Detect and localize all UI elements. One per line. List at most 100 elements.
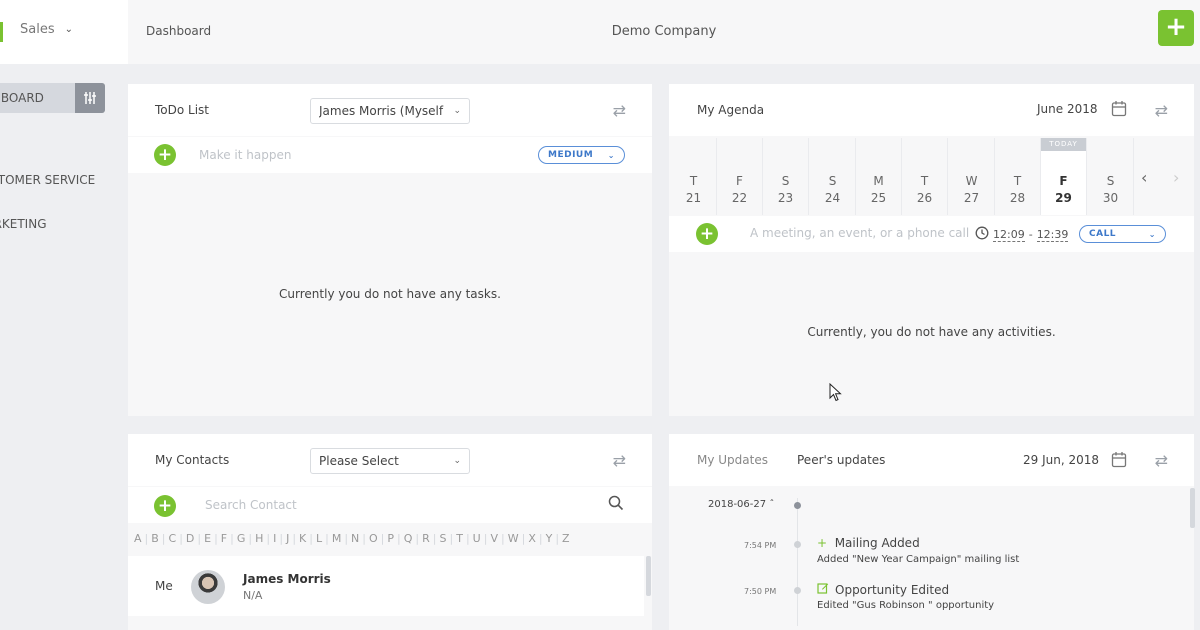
- calendar-icon[interactable]: [1111, 100, 1127, 121]
- contact-name[interactable]: James Morris: [243, 572, 331, 586]
- module-switcher-area: Sales ⌄: [0, 0, 128, 64]
- activity-type-select[interactable]: CALL ⌄: [1079, 225, 1166, 243]
- sidebar: Sales ⌄ DASHBOARD CUSTOMER SERVICE MARKE…: [0, 0, 128, 630]
- todo-panel: ToDo List James Morris (Myself) ⌄ ⇄ + Ma…: [128, 84, 652, 416]
- add-task-button[interactable]: +: [154, 144, 176, 166]
- letter-filter[interactable]: I: [273, 532, 276, 545]
- add-activity-button[interactable]: +: [696, 223, 718, 245]
- letter-filter[interactable]: L: [316, 532, 322, 545]
- agenda-add-row: + A meeting, an event, or a phone call 1…: [669, 216, 1194, 252]
- sliders-icon[interactable]: [75, 83, 105, 113]
- update-sub: Edited "Gus Robinson " opportunity: [817, 600, 995, 611]
- updates-date[interactable]: 29 Jun, 2018: [1023, 453, 1099, 467]
- calendar-day[interactable]: F 22: [717, 138, 763, 215]
- letter-filter[interactable]: X: [528, 532, 536, 545]
- timeline-group-date[interactable]: 2018-06-27 ˆ: [708, 499, 774, 510]
- refresh-icon[interactable]: ⇄: [613, 451, 626, 470]
- activity-time-range: 12:09 - 12:39: [975, 226, 1069, 243]
- calendar-day[interactable]: M 25: [856, 138, 902, 215]
- chevron-left-icon[interactable]: ‹: [1141, 168, 1147, 187]
- calendar-day[interactable]: W 27: [949, 138, 995, 215]
- todo-assignee-value: James Morris (Myself): [319, 104, 444, 118]
- contacts-scrollbar[interactable]: [646, 556, 651, 596]
- contact-search-input[interactable]: Search Contact: [205, 498, 297, 512]
- letter-filter[interactable]: C: [169, 532, 177, 545]
- calendar-day[interactable]: T 21: [671, 138, 717, 215]
- module-accent: [0, 22, 3, 42]
- search-icon[interactable]: [608, 495, 624, 515]
- letter-filter[interactable]: J: [286, 532, 289, 545]
- calendar-day[interactable]: T 28: [995, 138, 1041, 215]
- contact-sub: N/A: [243, 589, 263, 602]
- letter-filter[interactable]: A: [134, 532, 142, 545]
- timeline-dot: [794, 541, 801, 548]
- letter-filter[interactable]: G: [237, 532, 246, 545]
- calendar-day[interactable]: T 26: [902, 138, 948, 215]
- letter-filter[interactable]: T: [456, 532, 463, 545]
- clock-icon: [975, 226, 989, 243]
- updates-panel-header: My Updates Peer's updates 29 Jun, 2018 ⇄: [669, 434, 1194, 486]
- letter-filter[interactable]: Y: [546, 532, 553, 545]
- letter-filter[interactable]: U: [473, 532, 481, 545]
- contact-row[interactable]: Me James Morris N/A: [128, 556, 644, 616]
- updates-scrollbar[interactable]: [1190, 488, 1195, 528]
- letter-filter[interactable]: B: [151, 532, 159, 545]
- sidebar-item-dashboard-label: DASHBOARD: [0, 91, 44, 105]
- tab-peers-updates[interactable]: Peer's updates: [797, 453, 885, 467]
- avatar: [191, 570, 225, 604]
- todo-assignee-select[interactable]: James Morris (Myself) ⌄: [310, 98, 470, 124]
- company-name: Demo Company: [611, 24, 717, 39]
- letter-filter[interactable]: O: [369, 532, 378, 545]
- chevron-down-icon: ⌄: [453, 456, 461, 466]
- chevron-down-icon: ⌄: [453, 106, 461, 116]
- add-contact-button[interactable]: +: [154, 495, 176, 517]
- calendar-day-today[interactable]: TODAY F 29: [1041, 138, 1087, 215]
- letter-filter[interactable]: Z: [562, 532, 570, 545]
- priority-value: MEDIUM: [548, 150, 594, 160]
- start-time-input[interactable]: 12:09: [993, 228, 1025, 242]
- letter-filter[interactable]: W: [508, 532, 519, 545]
- tab-my-updates[interactable]: My Updates: [697, 453, 768, 467]
- agenda-month[interactable]: June 2018: [1037, 102, 1098, 116]
- update-title[interactable]: + Mailing Added: [817, 536, 920, 550]
- update-title[interactable]: Opportunity Edited: [817, 582, 949, 597]
- calendar-day[interactable]: S 23: [763, 138, 809, 215]
- letter-filter[interactable]: D: [186, 532, 194, 545]
- chevron-down-icon: ⌄: [607, 150, 615, 160]
- letter-filter[interactable]: M: [332, 532, 342, 545]
- letter-filter[interactable]: S: [440, 532, 447, 545]
- module-select[interactable]: Sales ⌄: [20, 22, 73, 37]
- letter-filter[interactable]: V: [490, 532, 498, 545]
- sidebar-item-marketing[interactable]: MARKETING: [0, 217, 47, 231]
- today-badge: TODAY: [1041, 138, 1086, 151]
- calendar-day[interactable]: S 30: [1088, 138, 1134, 215]
- calendar-icon[interactable]: [1111, 451, 1127, 472]
- chevron-right-icon[interactable]: ›: [1173, 168, 1179, 187]
- contacts-filter-select[interactable]: Please Select ⌄: [310, 448, 470, 474]
- refresh-icon[interactable]: ⇄: [1155, 451, 1168, 470]
- end-time-input[interactable]: 12:39: [1036, 228, 1069, 242]
- todo-panel-header: ToDo List James Morris (Myself) ⌄ ⇄: [128, 84, 652, 136]
- alphabet-filter: A | B | C | D | E | F | G | H | I | J | K | L | M | N…: [128, 524, 651, 552]
- letter-filter[interactable]: E: [204, 532, 211, 545]
- edit-icon: [817, 582, 829, 597]
- refresh-icon[interactable]: ⇄: [1155, 101, 1168, 120]
- calendar-day[interactable]: S 24: [810, 138, 856, 215]
- letter-filter[interactable]: F: [221, 532, 227, 545]
- todo-add-row: + Make it happen MEDIUM ⌄: [128, 137, 652, 173]
- top-bar: Dashboard Demo Company +: [128, 0, 1200, 64]
- priority-select[interactable]: MEDIUM ⌄: [538, 146, 625, 164]
- letter-filter[interactable]: R: [422, 532, 430, 545]
- letter-filter[interactable]: Q: [404, 532, 413, 545]
- add-button[interactable]: +: [1158, 10, 1194, 46]
- letter-filter[interactable]: K: [299, 532, 306, 545]
- letter-filter[interactable]: H: [255, 532, 263, 545]
- letter-filter[interactable]: N: [351, 532, 359, 545]
- sidebar-item-customer-service[interactable]: CUSTOMER SERVICE: [0, 173, 95, 187]
- letter-filter[interactable]: P: [387, 532, 394, 545]
- time-separator: -: [1028, 228, 1033, 241]
- task-input[interactable]: Make it happen: [199, 148, 291, 162]
- refresh-icon[interactable]: ⇄: [613, 101, 626, 120]
- activity-input[interactable]: A meeting, an event, or a phone call: [750, 226, 969, 240]
- sidebar-item-dashboard[interactable]: DASHBOARD: [0, 83, 105, 113]
